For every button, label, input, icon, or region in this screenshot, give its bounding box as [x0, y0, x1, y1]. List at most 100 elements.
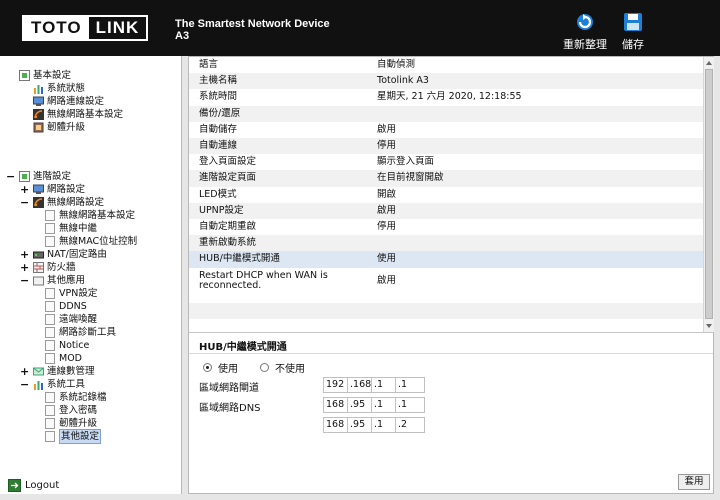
nav-wireless-repeater[interactable]: 無線中繼	[45, 222, 97, 235]
nav-system-log[interactable]: 系統記錄檔	[45, 391, 107, 404]
list-item[interactable]: 主機名稱 Totolink A3	[189, 73, 703, 90]
reboot-button[interactable]: 重新整理	[561, 12, 609, 52]
nav-network-settings-label: 網路設定	[47, 184, 86, 195]
nav-system-status[interactable]: 系統狀態	[33, 82, 85, 95]
list-item-selected[interactable]: HUB/中繼模式開通 使用	[189, 251, 703, 268]
nav-network-diagnostics[interactable]: 網路診斷工具	[45, 326, 116, 339]
nav-connection-mgmt-label: 連線數管理	[47, 366, 95, 377]
main-panel: 語言 自動偵測 主機名稱 Totolink A3 系統時間 星期天, 21 六月 20…	[188, 56, 714, 494]
scroll-up-arrow-icon[interactable]	[706, 61, 712, 65]
setting-label: 重新啟動系統	[199, 237, 257, 249]
setting-value: 啟用	[377, 274, 397, 286]
nav-wake-on-lan[interactable]: 遠端喚醒	[45, 313, 97, 326]
nav-notice[interactable]: Notice	[45, 339, 89, 352]
nav-wireless-mac[interactable]: 無線MAC位址控制	[45, 235, 137, 248]
nav-wireless-basic-sub[interactable]: 無線網路基本設定	[45, 209, 135, 222]
setting-label: 自動連線	[199, 140, 238, 151]
dns1-octet-4[interactable]: .1	[395, 397, 425, 413]
nav-network-settings[interactable]: 網路設定	[33, 183, 85, 196]
nav-nat-routing-label: NAT/固定路由	[47, 249, 107, 260]
logo-toto: TOTO	[24, 17, 89, 39]
nav-wireless-basic[interactable]: 無線網路基本設定	[33, 108, 123, 121]
list-item[interactable]: 語言 自動偵測	[189, 57, 703, 73]
list-item[interactable]: LED模式 開啟	[189, 187, 703, 203]
gateway-octet-3[interactable]: .1	[371, 377, 395, 393]
save-label: 儲存	[622, 38, 644, 51]
setting-value: 停用	[377, 221, 397, 232]
list-item[interactable]: 備份/還原	[189, 105, 703, 122]
nav-basic-settings[interactable]: 基本設定	[19, 69, 71, 82]
expand-toggle-connection-mgmt[interactable]: +	[20, 365, 29, 378]
list-item[interactable]: Restart DHCP when WAN is reconnected. 啟用	[189, 268, 703, 294]
logout-link[interactable]: Logout	[8, 479, 59, 492]
radio-use[interactable]	[203, 363, 212, 372]
list-scrollbar[interactable]	[703, 57, 714, 332]
nav-advanced-settings[interactable]: 進階設定	[19, 170, 71, 183]
nav-vpn[interactable]: VPN設定	[45, 287, 97, 300]
nav-network-connection[interactable]: 網路連線設定	[33, 95, 104, 108]
empty-row	[189, 303, 703, 320]
nav-firmware-upgrade[interactable]: 韌體升級	[33, 121, 85, 134]
nav-nat-routing[interactable]: NAT/固定路由	[33, 248, 107, 261]
panel-title: HUB/中繼模式開通	[199, 342, 287, 353]
nav-advanced-settings-label: 進階設定	[33, 171, 72, 182]
list-item[interactable]: 重新啟動系統	[189, 235, 703, 252]
setting-label: 自動定期重啟	[199, 221, 257, 232]
dns2-octet-4[interactable]: .2	[395, 417, 425, 433]
expand-toggle-firewall[interactable]: +	[20, 261, 29, 274]
expand-toggle-system-tools[interactable]: −	[20, 378, 29, 391]
apply-button[interactable]: 套用	[678, 474, 710, 490]
nav-wireless-settings[interactable]: 無線網路設定	[33, 196, 104, 209]
nav-other-settings[interactable]: 其他設定	[45, 429, 102, 444]
dns1-octet-3[interactable]: .1	[371, 397, 395, 413]
expand-toggle-other-apps[interactable]: −	[20, 274, 29, 287]
setting-label: 登入頁面設定	[199, 156, 257, 168]
nav-other-apps[interactable]: 其他應用	[33, 274, 85, 287]
save-button[interactable]: 儲存	[618, 12, 648, 52]
refresh-icon	[577, 14, 593, 30]
setting-label: 備份/還原	[199, 107, 241, 119]
nav-ddns[interactable]: DDNS	[45, 300, 87, 313]
nav-vpn-label: VPN設定	[59, 288, 98, 299]
gateway-label: 區域網路閘道	[199, 383, 259, 394]
list-item[interactable]: UPNP設定 啟用	[189, 202, 703, 219]
dns2-octet-2[interactable]: .95	[347, 417, 371, 433]
list-item[interactable]: 進階設定頁面 在目前視窗開啟	[189, 170, 703, 187]
list-item[interactable]: 登入頁面設定 顯示登入頁面	[189, 154, 703, 170]
gateway-octet-1[interactable]: 192	[323, 377, 347, 393]
expand-toggle-advanced[interactable]: −	[6, 170, 15, 183]
nav-wireless-basic-label: 無線網路基本設定	[47, 109, 124, 120]
dns1-octet-2[interactable]: .95	[347, 397, 371, 413]
setting-value: 開啟	[377, 188, 397, 200]
dns2-octet-3[interactable]: .1	[371, 417, 395, 433]
list-item[interactable]: 系統時間 星期天, 21 六月 2020, 12:18:55	[189, 89, 703, 105]
gateway-octet-2[interactable]: .168	[347, 377, 371, 393]
nav-system-tools[interactable]: 系統工具	[33, 378, 85, 391]
list-item[interactable]: 自動儲存 啟用	[189, 122, 703, 138]
list-item[interactable]: 自動連線 停用	[189, 138, 703, 155]
gateway-ip-field: 192 .168 .1 .1	[323, 377, 425, 393]
nav-mod[interactable]: MOD	[45, 352, 82, 365]
setting-label: HUB/中繼模式開通	[199, 253, 280, 265]
page-icon	[45, 327, 55, 338]
scroll-down-arrow-icon[interactable]	[706, 324, 712, 328]
setting-value: 啟用	[377, 123, 397, 135]
expand-toggle-wireless[interactable]: −	[20, 196, 29, 209]
nav-system-status-label: 系統狀態	[47, 83, 86, 94]
nav-connection-mgmt[interactable]: 連線數管理	[33, 365, 95, 378]
nav-firewall[interactable]: 防火牆	[33, 261, 76, 274]
nav-login-password[interactable]: 登入密碼	[45, 404, 97, 417]
page-icon	[45, 288, 55, 299]
dns2-octet-1[interactable]: 168	[323, 417, 347, 433]
nav-wireless-basic-sub-label: 無線網路基本設定	[59, 210, 136, 221]
setting-label: 自動儲存	[199, 123, 238, 135]
expand-toggle-nat[interactable]: +	[20, 248, 29, 261]
scroll-thumb[interactable]	[705, 69, 713, 319]
top-header: TOTO LINK The Smartest Network Device A3…	[0, 0, 720, 56]
expand-toggle-network[interactable]: +	[20, 183, 29, 196]
gateway-octet-4[interactable]: .1	[395, 377, 425, 393]
radio-not-use[interactable]	[260, 363, 269, 372]
floppy-disk-icon	[624, 13, 642, 31]
dns1-octet-1[interactable]: 168	[323, 397, 347, 413]
list-item[interactable]: 自動定期重啟 停用	[189, 219, 703, 235]
